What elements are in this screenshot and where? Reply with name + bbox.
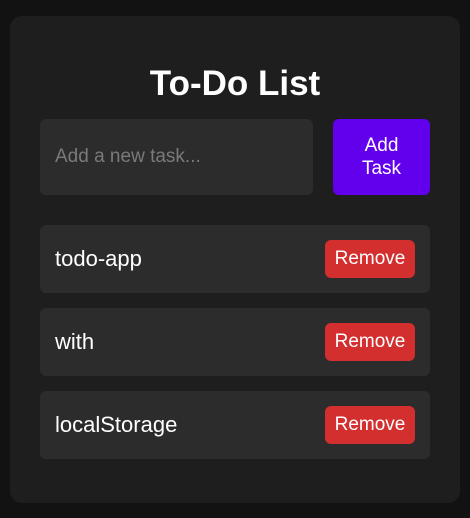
todo-card: To-Do List Add Task todo-app Remove with… [10,16,460,503]
new-task-input[interactable] [40,119,313,195]
task-text: localStorage [55,412,178,437]
task-item: todo-app Remove [40,225,430,293]
remove-task-button[interactable]: Remove [325,240,415,278]
task-item: localStorage Remove [40,391,430,459]
remove-task-button[interactable]: Remove [325,323,415,361]
task-text: with [55,329,95,354]
page-title: To-Do List [149,64,321,103]
add-task-button[interactable]: Add Task [333,119,430,195]
task-list: todo-app Remove with Remove localStorage… [40,225,430,474]
task-text: todo-app [55,246,142,271]
remove-task-button[interactable]: Remove [325,406,415,444]
task-item: with Remove [40,308,430,376]
